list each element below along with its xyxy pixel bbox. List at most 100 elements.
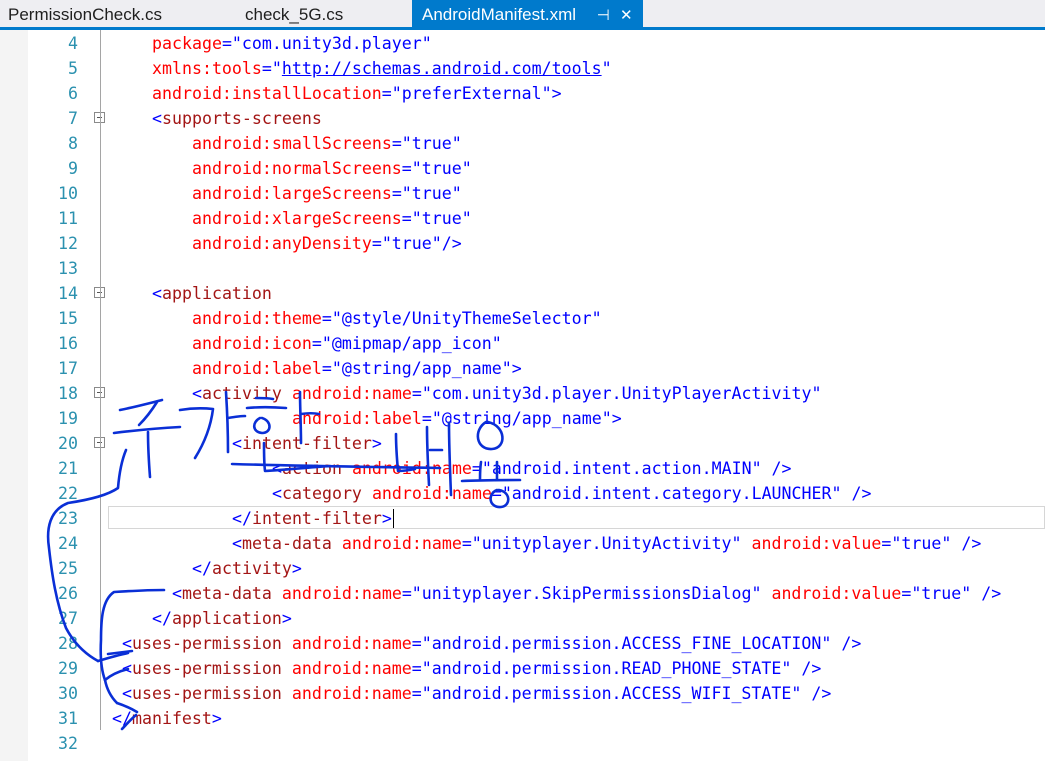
tab-permissioncheck[interactable]: PermissionCheck.cs <box>8 0 162 27</box>
code-text: <activity android:name="com.unity3d.play… <box>192 381 821 406</box>
code-line[interactable]: 4 package="com.unity3d.player" <box>0 31 1045 56</box>
code-line[interactable]: 17 android:label="@string/app_name"> <box>0 356 1045 381</box>
code-token: < <box>122 634 132 653</box>
code-token: android:name <box>291 659 412 678</box>
line-number: 10 <box>58 184 78 203</box>
code-text: <action android:name="android.intent.act… <box>272 456 792 481</box>
line-number: 11 <box>58 209 78 228</box>
code-token: ="true" <box>401 159 472 178</box>
code-line[interactable]: 23 </intent-filter> <box>0 506 1045 531</box>
code-token: supports-screens <box>162 109 322 128</box>
code-line[interactable]: 14 <application <box>0 281 1045 306</box>
code-line[interactable]: 26 <meta-data android:name="unityplayer.S… <box>0 581 1045 606</box>
code-token: > <box>211 709 222 728</box>
code-token: android:name <box>291 634 412 653</box>
code-token: android:label <box>192 359 322 378</box>
code-text: </intent-filter> <box>232 506 394 531</box>
code-line[interactable]: 28 <uses-permission android:name="android… <box>0 631 1045 656</box>
tab-label: PermissionCheck.cs <box>8 5 162 24</box>
code-line[interactable]: 32 <box>0 731 1045 756</box>
tab-androidmanifest[interactable]: AndroidManifest.xml ⊣ ✕ <box>412 0 643 27</box>
code-token: < <box>152 284 162 303</box>
code-line[interactable]: 6 android:installLocation="preferExternal… <box>0 81 1045 106</box>
code-token: android:name <box>341 534 462 553</box>
code-line[interactable]: 31 </manifest> <box>0 706 1045 731</box>
code-line[interactable]: 8 android:smallScreens="true" <box>0 131 1045 156</box>
code-line[interactable]: 22 <category android:name="android.intent… <box>0 481 1045 506</box>
code-text: android:largeScreens="true" <box>192 181 462 206</box>
code-token: ="android.permission.ACCESS_WIFI_STATE" … <box>411 684 832 703</box>
code-token: ="android.intent.category.LAUNCHER" /> <box>491 484 872 503</box>
code-line[interactable]: 12 android:anyDensity="true"/> <box>0 231 1045 256</box>
code-editor[interactable]: 4 package="com.unity3d.player" 5 xmlns:tool… <box>0 30 1045 761</box>
code-token: manifest <box>131 709 212 728</box>
code-text: <supports-screens <box>152 106 322 131</box>
line-number: 26 <box>58 584 78 603</box>
code-token: </ <box>112 709 132 728</box>
line-number: 25 <box>58 559 78 578</box>
code-token: uses-permission <box>132 684 282 703</box>
code-token: < <box>122 684 132 703</box>
code-token: </ <box>152 609 172 628</box>
code-line[interactable]: 9 android:normalScreens="true" <box>0 156 1045 181</box>
code-token: ="true" <box>391 134 462 153</box>
code-token: package <box>152 34 222 53</box>
code-token: android:theme <box>192 309 322 328</box>
code-line[interactable]: 5 xmlns:tools="http://schemas.android.com… <box>0 56 1045 81</box>
code-line[interactable]: 10 android:largeScreens="true" <box>0 181 1045 206</box>
code-line[interactable]: 7 <supports-screens <box>0 106 1045 131</box>
code-line[interactable]: 30 <uses-permission android:name="android… <box>0 681 1045 706</box>
line-number: 17 <box>58 359 78 378</box>
code-line[interactable]: 25 </activity> <box>0 556 1045 581</box>
code-token: < <box>232 534 242 553</box>
code-line[interactable]: 13 <box>0 256 1045 281</box>
code-line[interactable]: 27 </application> <box>0 606 1045 631</box>
code-line[interactable]: 11 android:xlargeScreens="true" <box>0 206 1045 231</box>
code-text: <application <box>152 281 272 306</box>
code-token: activity <box>211 559 292 578</box>
code-line[interactable]: 15 android:theme="@style/UnityThemeSelect… <box>0 306 1045 331</box>
line-number: 18 <box>58 384 78 403</box>
line-number: 28 <box>58 634 78 653</box>
line-number: 27 <box>58 609 78 628</box>
line-number: 20 <box>58 434 78 453</box>
code-text: android:smallScreens="true" <box>192 131 462 156</box>
code-token: ="@string/app_name"> <box>321 359 522 378</box>
pin-icon[interactable]: ⊣ <box>597 7 610 24</box>
line-number: 19 <box>58 409 78 428</box>
code-text: <intent-filter> <box>232 431 382 456</box>
code-line[interactable]: 24 <meta-data android:name="unityplayer.U… <box>0 531 1045 556</box>
code-token: < <box>272 459 282 478</box>
code-token: android:name <box>281 584 402 603</box>
code-line[interactable]: 20 <intent-filter> <box>0 431 1045 456</box>
code-line[interactable]: 29 <uses-permission android:name="android… <box>0 656 1045 681</box>
code-text: <category android:name="android.intent.c… <box>272 481 871 506</box>
code-token[interactable]: http://schemas.android.com/tools <box>282 59 602 78</box>
code-line[interactable]: 18 <activity android:name="com.unity3d.pl… <box>0 381 1045 406</box>
code-token: < <box>152 109 162 128</box>
code-token: =" <box>261 59 282 78</box>
code-text: android:anyDensity="true"/> <box>192 231 462 256</box>
code-token: android:installLocation <box>152 84 382 103</box>
line-number: 29 <box>58 659 78 678</box>
code-token: < <box>172 584 182 603</box>
code-token: ="com.unity3d.player.UnityPlayerActivity… <box>411 384 822 403</box>
close-icon[interactable]: ✕ <box>620 7 633 24</box>
line-number: 4 <box>68 34 78 53</box>
code-line[interactable]: 21 <action android:name="android.intent.a… <box>0 456 1045 481</box>
code-token: < <box>122 659 132 678</box>
code-text: </manifest> <box>112 706 222 731</box>
code-line[interactable]: 19 android:label="@string/app_name"> <box>0 406 1045 431</box>
code-text: android:xlargeScreens="true" <box>192 206 472 231</box>
line-number: 31 <box>58 709 78 728</box>
code-text: <uses-permission android:name="android.p… <box>122 681 831 706</box>
outline-guide <box>100 30 101 730</box>
code-token: ="@mipmap/app_icon" <box>311 334 502 353</box>
code-text: android:label="@string/app_name"> <box>292 406 622 431</box>
code-line[interactable]: 16 android:icon="@mipmap/app_icon" <box>0 331 1045 356</box>
tab-check-5g[interactable]: check_5G.cs <box>245 0 343 27</box>
